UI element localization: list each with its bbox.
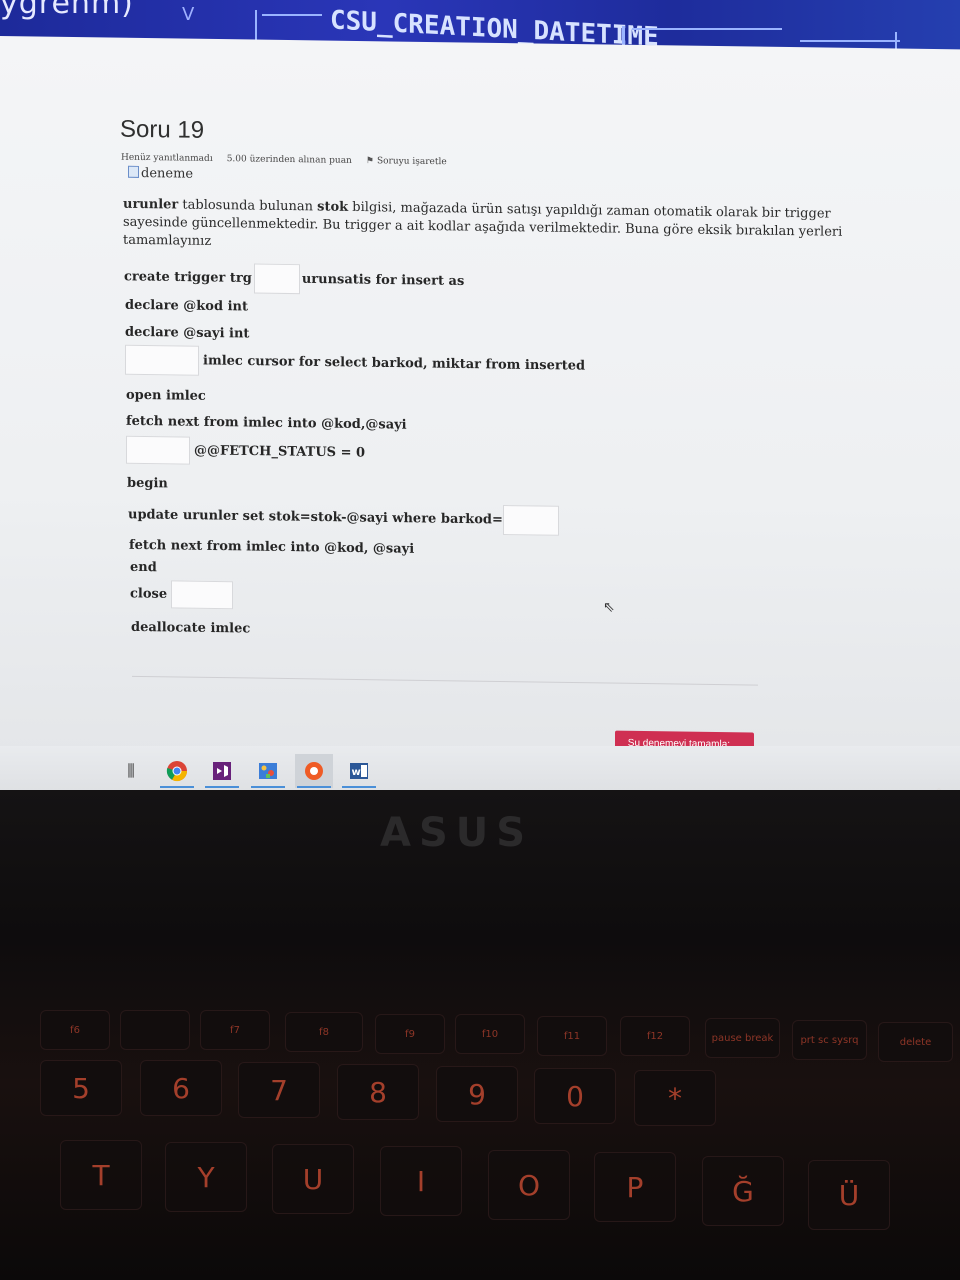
banner-divider bbox=[800, 40, 900, 42]
code-text: @@FETCH_STATUS = 0 bbox=[194, 443, 366, 461]
flag-icon: ⚑ bbox=[365, 156, 374, 167]
keyboard-key: Ü bbox=[808, 1160, 890, 1230]
keyboard-key: f10 bbox=[455, 1014, 525, 1054]
keyboard-key: * bbox=[634, 1070, 716, 1126]
question-image: deneme bbox=[128, 165, 194, 182]
broken-image-icon bbox=[128, 165, 139, 178]
code-line: fetch next from imlec into @kod,@sayi bbox=[126, 413, 407, 433]
visual-studio-icon[interactable] bbox=[203, 754, 241, 788]
banner-chevron-icon: V bbox=[182, 4, 195, 25]
code-line: declare @sayi int bbox=[125, 324, 250, 342]
question-text-line: tamamlayınız bbox=[123, 232, 212, 249]
question-title: Soru 19 bbox=[120, 115, 205, 144]
code-text: urunsatis for insert as bbox=[301, 271, 465, 289]
code-text: create trigger trg bbox=[124, 269, 252, 287]
question-text: tablosunda bulunan bbox=[178, 197, 318, 215]
keyboard-key: 0 bbox=[534, 1068, 616, 1124]
code-line: declare @kod int bbox=[125, 297, 248, 315]
code-line: create trigger trg urunsatis for insert a… bbox=[124, 262, 464, 297]
keyboard-key: T bbox=[60, 1140, 142, 1210]
question-status: Henüz yanıtlanmadı bbox=[121, 152, 213, 164]
code-line: open imlec bbox=[126, 387, 206, 404]
code-text: imlec cursor for select barkod, miktar f… bbox=[203, 353, 586, 374]
keyboard-key: pause break bbox=[705, 1018, 780, 1058]
keyboard-key: 9 bbox=[436, 1066, 518, 1122]
answer-blank-4[interactable] bbox=[502, 505, 559, 536]
keyboard-key: f12 bbox=[620, 1016, 690, 1056]
keyboard-key: 6 bbox=[140, 1060, 222, 1116]
answer-blank-3[interactable] bbox=[126, 435, 190, 465]
paint-icon[interactable] bbox=[249, 754, 287, 788]
keyboard-key: 5 bbox=[40, 1060, 122, 1116]
keyboard-key: f7 bbox=[200, 1010, 270, 1050]
code-text: close bbox=[130, 586, 168, 602]
banner-divider bbox=[632, 28, 782, 30]
code-text: update urunler set stok=stok-@sayi where… bbox=[128, 507, 503, 528]
keyboard-key: Y bbox=[165, 1142, 247, 1212]
keyboard-key: prt sc sysrq bbox=[792, 1020, 867, 1060]
answer-blank-5[interactable] bbox=[171, 580, 234, 610]
question-text-bold: urunler bbox=[123, 196, 179, 213]
keyboard-key: f6 bbox=[40, 1010, 110, 1050]
code-line: deallocate imlec bbox=[131, 619, 251, 637]
flag-question-link[interactable]: ⚑ Soruyu işaretle bbox=[366, 156, 447, 167]
word-icon[interactable]: w bbox=[340, 754, 378, 788]
brand-logo: ASUS bbox=[380, 810, 534, 856]
taskbar: ⫼ w bbox=[0, 746, 960, 790]
code-line: begin bbox=[127, 475, 168, 492]
task-view-icon[interactable]: ⫼ bbox=[112, 754, 150, 788]
keyboard-key: O bbox=[488, 1150, 570, 1220]
code-line: fetch next from imlec into @kod, @sayi bbox=[129, 537, 415, 557]
section-divider bbox=[132, 675, 758, 686]
code-line: update urunler set stok=stok-@sayi where… bbox=[128, 500, 559, 536]
keyboard-key: f9 bbox=[375, 1014, 445, 1054]
image-alt-text: deneme bbox=[141, 165, 194, 182]
chrome-icon[interactable] bbox=[158, 754, 196, 788]
keyboard-key bbox=[120, 1010, 190, 1050]
keyboard-key: 8 bbox=[337, 1064, 419, 1120]
question-points: 5.00 üzerinden alınan puan bbox=[226, 154, 352, 166]
keyboard-key: delete bbox=[878, 1022, 953, 1062]
keyboard-key: f8 bbox=[285, 1012, 363, 1052]
quiz-page: Soru 19 Henüz yanıtlanmadı 5.00 üzerinde… bbox=[0, 36, 960, 800]
question-text-bold: stok bbox=[317, 199, 349, 215]
keyboard-key: f11 bbox=[537, 1016, 607, 1056]
answer-blank-2[interactable] bbox=[125, 344, 199, 376]
question-info: Henüz yanıtlanmadı 5.00 üzerinden alınan… bbox=[121, 153, 447, 168]
flag-question-label: Soruyu işaretle bbox=[376, 156, 447, 168]
keyboard-key: U bbox=[272, 1144, 354, 1214]
media-app-icon[interactable] bbox=[295, 754, 333, 788]
mouse-pointer-icon: ⇖ bbox=[603, 599, 615, 616]
answer-blank-1[interactable] bbox=[253, 263, 300, 295]
banner-left-text: ygrenm) bbox=[0, 0, 134, 21]
code-line: @@FETCH_STATUS = 0 bbox=[126, 435, 366, 467]
keyboard-key: I bbox=[380, 1146, 462, 1216]
code-line: imlec cursor for select barkod, miktar f… bbox=[125, 344, 586, 381]
code-line: close bbox=[130, 580, 234, 610]
banner-divider bbox=[262, 14, 322, 16]
svg-text:w: w bbox=[352, 767, 361, 778]
keyboard-key: 7 bbox=[238, 1062, 320, 1118]
keyboard-key: P bbox=[594, 1152, 676, 1222]
code-line: end bbox=[130, 559, 157, 576]
keyboard-key: Ğ bbox=[702, 1156, 784, 1226]
